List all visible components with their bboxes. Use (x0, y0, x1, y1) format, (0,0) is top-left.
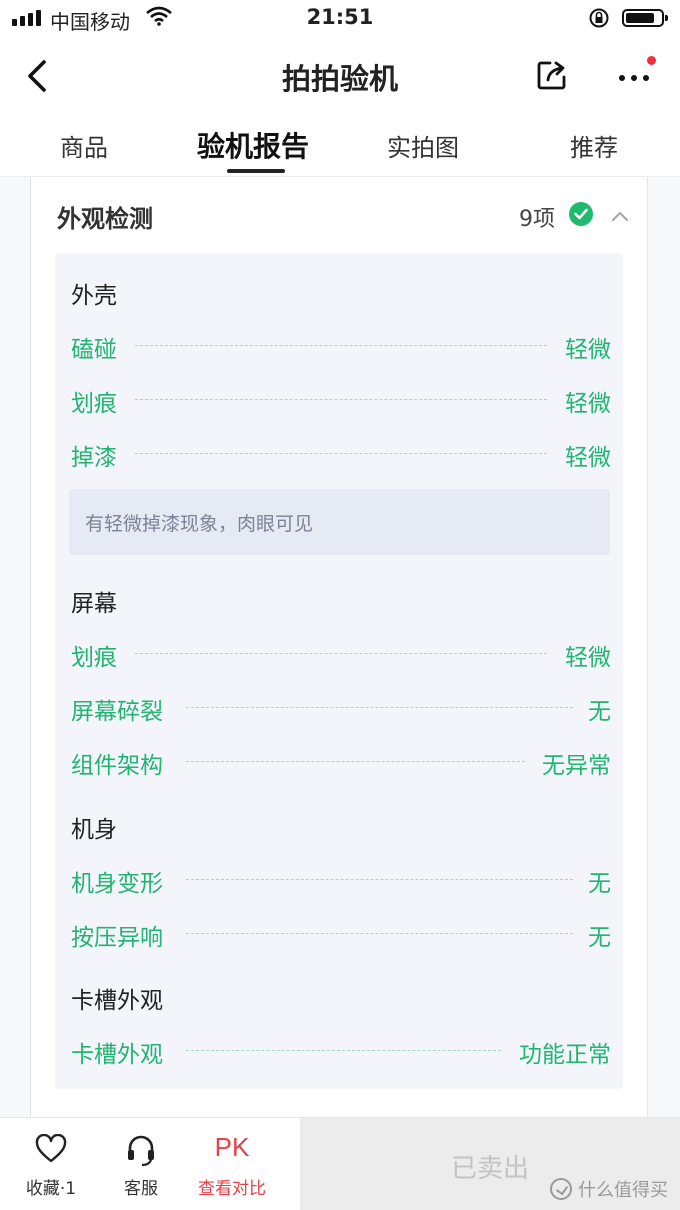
pk-icon: PK (214, 1132, 250, 1162)
heart-icon (35, 1134, 67, 1163)
row-label: 划痕 (71, 391, 117, 417)
group-title: 机身 (71, 817, 117, 843)
tab-products[interactable]: 商品 (60, 128, 108, 163)
clock: 21:51 (306, 5, 374, 29)
check-row: 机身变形 无 (71, 864, 611, 897)
row-label: 屏幕碎裂 (71, 699, 163, 725)
watermark-logo-icon (550, 1178, 572, 1200)
note-text: 有轻微掉漆现象，肉眼可见 (85, 513, 314, 535)
watermark: 什么值得买 (550, 1176, 668, 1202)
inspection-note: 有轻微掉漆现象，肉眼可见 (69, 489, 610, 555)
more-options-icon[interactable] (616, 56, 656, 94)
row-value: 功能正常 (519, 1042, 611, 1068)
row-value: 轻微 (565, 391, 611, 417)
group-title: 卡槽外观 (71, 988, 163, 1014)
row-value: 轻微 (565, 445, 611, 471)
leader-line (135, 345, 547, 346)
leader-line (186, 879, 573, 880)
tab-inspection-report[interactable]: 验机报告 (197, 125, 309, 165)
notification-dot (647, 56, 656, 65)
favorite-label: 收藏·1 (25, 1179, 77, 1199)
favorite-button[interactable]: 收藏·1 (14, 1118, 88, 1210)
service-label: 客服 (124, 1179, 158, 1199)
check-row: 磕碰 轻微 (71, 330, 611, 363)
page-title: 拍拍验机 (281, 62, 398, 96)
detail-panel: 外壳 磕碰 轻微 划痕 轻微 掉漆 轻微 有轻微掉漆现象，肉眼可见 屏幕 划痕 … (55, 253, 623, 1089)
leader-line (186, 1050, 501, 1051)
tab-bar: 商品 验机报告 实拍图 推荐 (0, 116, 680, 177)
item-count: 9项 (519, 207, 555, 232)
leader-line (186, 707, 573, 708)
active-tab-indicator (227, 169, 285, 173)
row-label: 磕碰 (71, 337, 117, 363)
check-row: 按压异响 无 (71, 918, 611, 951)
chevron-up-icon[interactable] (611, 207, 629, 226)
row-value: 轻微 (565, 337, 611, 363)
row-value: 无异常 (542, 753, 611, 779)
row-value: 轻微 (565, 645, 611, 671)
compare-label: 查看对比 (198, 1179, 266, 1199)
row-value: 无 (588, 925, 611, 951)
leader-line (135, 399, 547, 400)
orientation-lock-icon (588, 7, 610, 33)
leader-line (135, 653, 547, 654)
tab-photos[interactable]: 实拍图 (387, 128, 459, 163)
share-icon[interactable] (535, 58, 569, 96)
group-title: 外壳 (71, 283, 117, 309)
row-label: 卡槽外观 (71, 1042, 163, 1068)
report-content[interactable]: 外观检测 9项 外壳 磕碰 轻微 划痕 轻微 掉漆 轻微 有轻微掉漆现象，肉眼可… (0, 177, 680, 1117)
row-value: 无 (588, 699, 611, 725)
customer-service-button[interactable]: 客服 (104, 1118, 178, 1210)
row-label: 掉漆 (71, 445, 117, 471)
check-row: 掉漆 轻微 (71, 438, 611, 471)
status-bar: 中国移动 21:51 (0, 0, 680, 38)
tab-recommend[interactable]: 推荐 (570, 128, 618, 163)
compare-button[interactable]: PK 查看对比 (190, 1118, 274, 1210)
nav-header: 拍拍验机 (0, 38, 680, 116)
watermark-text: 什么值得买 (578, 1180, 668, 1201)
check-row: 屏幕碎裂 无 (71, 692, 611, 725)
section-title: 外观检测 (57, 205, 153, 233)
leader-line (135, 453, 547, 454)
group-title: 屏幕 (71, 591, 117, 617)
check-row: 卡槽外观 功能正常 (71, 1035, 611, 1068)
row-label: 组件架构 (71, 753, 163, 779)
check-row: 划痕 轻微 (71, 384, 611, 417)
row-label: 划痕 (71, 645, 117, 671)
check-row: 组件架构 无异常 (71, 746, 611, 779)
row-value: 无 (588, 871, 611, 897)
battery-icon (622, 9, 668, 27)
check-row: 划痕 轻微 (71, 638, 611, 671)
headset-icon (128, 1135, 154, 1167)
check-icon (569, 202, 593, 226)
row-label: 机身变形 (71, 871, 163, 897)
leader-line (186, 933, 573, 934)
row-label: 按压异响 (71, 925, 163, 951)
leader-line (186, 761, 525, 762)
appearance-card: 外观检测 9项 外壳 磕碰 轻微 划痕 轻微 掉漆 轻微 有轻微掉漆现象，肉眼可… (30, 177, 648, 1117)
